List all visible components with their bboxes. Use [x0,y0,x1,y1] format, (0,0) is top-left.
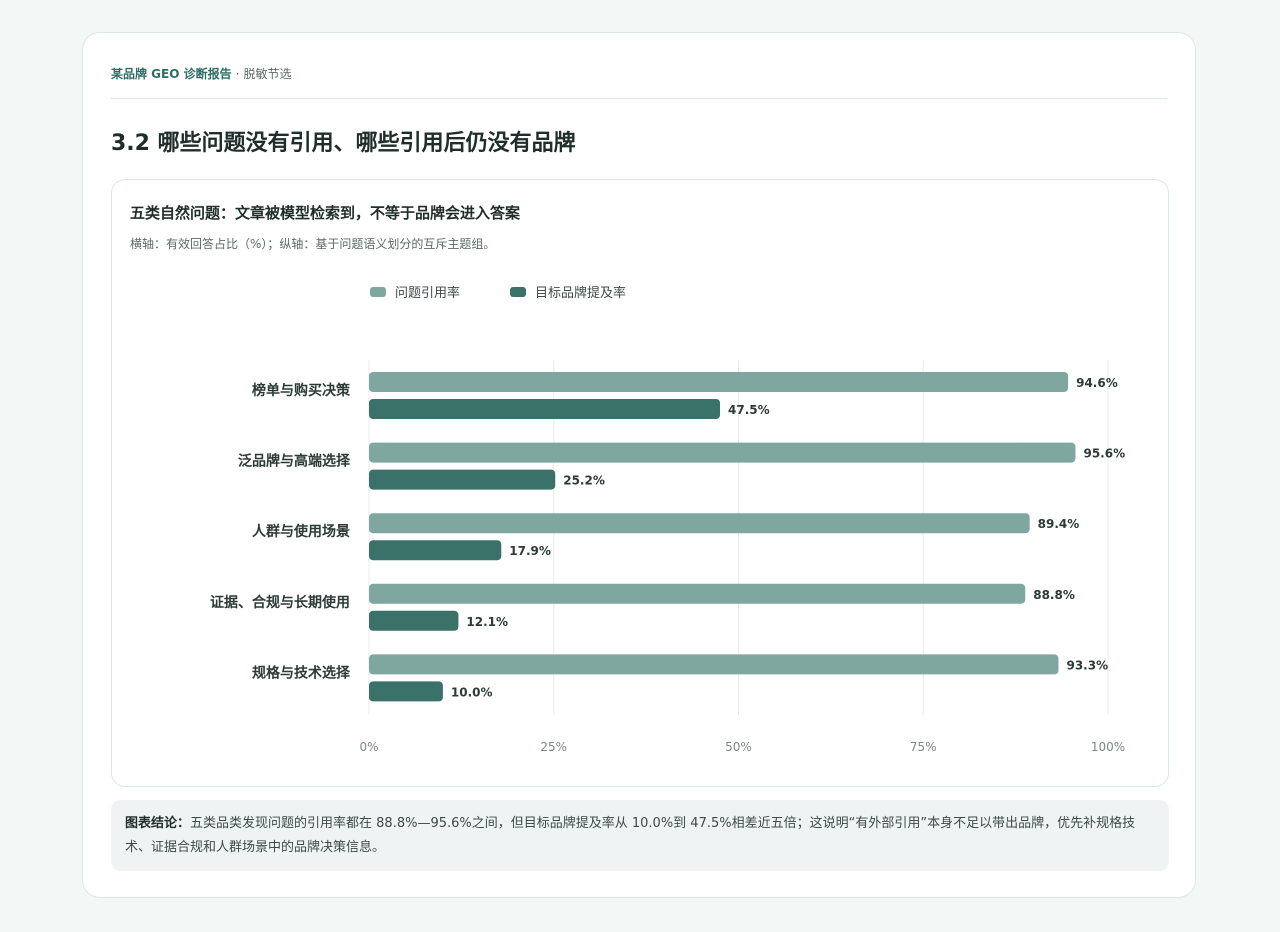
legend-label-1[interactable]: 问题引用率 [395,285,460,301]
data-label: 95.6% [1083,447,1125,461]
breadcrumb-separator: · [235,67,240,81]
data-label: 89.4% [1038,517,1080,531]
legend-swatch-1[interactable] [370,287,386,297]
bar--4[interactable] [369,610,459,631]
bar--2[interactable] [369,442,1076,463]
chart-conclusion: 图表结论：五类品类发现问题的引用率都在 88.8%—95.6%之间，但目标品牌提… [111,800,1169,871]
data-label: 94.6% [1076,376,1118,390]
x-tick-label: 25% [540,740,567,754]
category-label: 证据、合规与长期使用 [210,594,350,611]
conclusion-text: 五类品类发现问题的引用率都在 88.8%—95.6%之间，但目标品牌提及率从 1… [125,816,1136,855]
bar--2[interactable] [369,469,556,490]
data-label: 47.5% [728,403,770,417]
x-tick-label: 100% [1091,740,1125,754]
bar--5[interactable] [369,654,1059,675]
bar--5[interactable] [369,681,443,702]
bar--1[interactable] [369,399,721,419]
data-label: 17.9% [509,544,551,558]
data-label: 88.8% [1033,588,1075,602]
bar--3[interactable] [369,513,1030,534]
report-brand-title[interactable]: 某品牌 GEO 诊断报告 [111,67,232,81]
category-label: 榜单与购买决策 [252,382,351,399]
chart-panel: 五类自然问题：文章被模型检索到，不等于品牌会进入答案 横轴：有效回答占比（%）；… [111,179,1169,787]
x-tick-label: 50% [725,740,752,754]
header-divider [111,98,1167,99]
conclusion-lead: 图表结论： [125,816,191,831]
bar--4[interactable] [369,583,1026,604]
data-label: 25.2% [563,474,605,488]
legend-swatch-2[interactable] [510,287,526,297]
section-title: 3.2 哪些问题没有引用、哪些引用后仍没有品牌 [111,131,576,156]
report-card: 某品牌 GEO 诊断报告 · 脱敏节选 3.2 哪些问题没有引用、哪些引用后仍没有品… [82,32,1196,898]
bar--1[interactable] [369,372,1069,392]
data-label: 12.1% [466,615,508,629]
breadcrumb: 某品牌 GEO 诊断报告 · 脱敏节选 [111,65,291,82]
category-label: 规格与技术选择 [252,664,351,681]
data-label: 93.3% [1066,658,1108,672]
category-label: 人群与使用场景 [252,523,350,540]
report-note: 脱敏节选 [243,67,292,81]
data-label: 10.0% [451,685,493,699]
legend-label-2[interactable]: 目标品牌提及率 [535,285,626,301]
bar--3[interactable] [369,540,502,561]
category-label: 泛品牌与高端选择 [238,453,351,470]
x-tick-label: 0% [359,740,378,754]
bar-chart: 问题引用率 目标品牌提及率 0% 25% 50% 75% 100% 榜单与购买决策 94.6% 4… [210,285,1125,754]
x-tick-label: 75% [910,740,937,754]
